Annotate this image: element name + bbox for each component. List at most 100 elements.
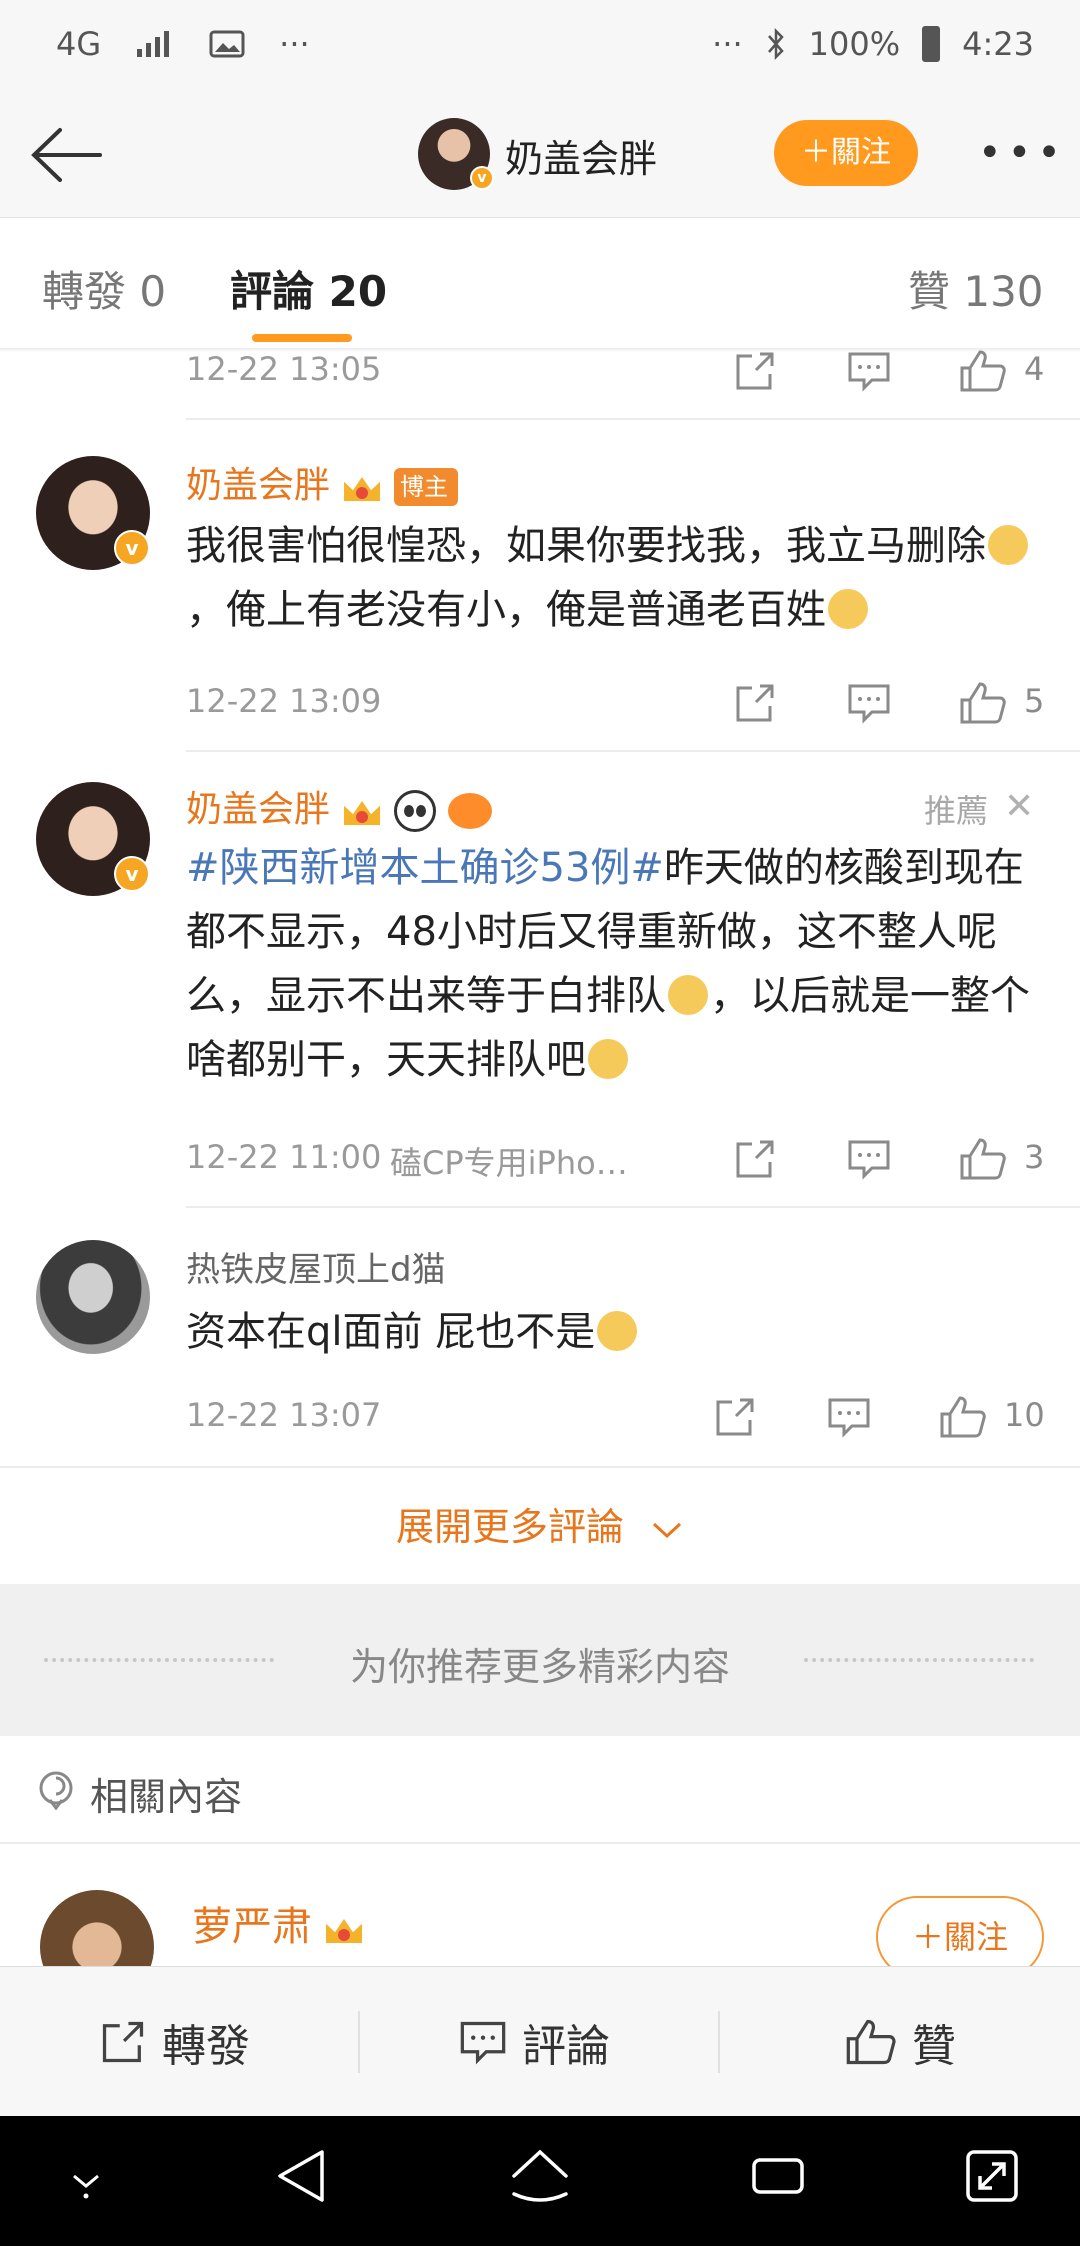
divider bbox=[186, 418, 1080, 420]
bluetooth-icon bbox=[767, 27, 784, 61]
share-icon[interactable] bbox=[732, 678, 778, 728]
comment-meta-row: 12-22 13:09 5 bbox=[186, 678, 1056, 728]
like-icon bbox=[846, 2019, 896, 2065]
like-label: 贊 bbox=[912, 2021, 956, 2072]
like-button[interactable]: 贊 bbox=[844, 1967, 956, 2117]
comment-time: 12-22 13:09 bbox=[186, 682, 382, 720]
related-section-header: 相關內容 bbox=[0, 1736, 1080, 1844]
eyeroll-emoji-icon bbox=[588, 1039, 628, 1079]
like-icon[interactable] bbox=[938, 1392, 988, 1442]
back-arrow-icon[interactable] bbox=[28, 120, 104, 190]
divider bbox=[186, 1206, 1080, 1208]
expand-label[interactable]: 展開更多評論 bbox=[396, 1505, 624, 1549]
divider bbox=[186, 750, 1080, 752]
comment-meta-row: 12-22 13:05 4 bbox=[186, 346, 1056, 396]
status-more: ··· bbox=[279, 25, 310, 63]
verified-badge-icon: v bbox=[114, 530, 150, 566]
comment-icon bbox=[460, 2021, 506, 2065]
comment-time: 12-22 11:00 bbox=[186, 1138, 382, 1176]
comment-source: 磕CP专用iPho… bbox=[390, 1144, 628, 1182]
screen-rotate-icon[interactable] bbox=[962, 2146, 1022, 2206]
comment-author[interactable]: 奶盖会胖 博主 bbox=[186, 456, 459, 508]
status-more-right: ··· bbox=[712, 25, 743, 63]
comment-author[interactable]: 奶盖会胖 bbox=[186, 780, 493, 832]
follow-button[interactable]: ＋關注 bbox=[774, 120, 918, 186]
comment-text-part: 我很害怕很惶恐，如果你要找我，我立马删除 bbox=[186, 523, 986, 569]
cat-emoji-icon bbox=[988, 525, 1028, 565]
tab-likes[interactable]: 贊 130 bbox=[908, 258, 1044, 319]
expand-more-comments[interactable]: 展開更多評論 bbox=[0, 1466, 1080, 1584]
bottom-action-bar: 轉發 評論 贊 bbox=[0, 1966, 1080, 2116]
panda-icon bbox=[394, 790, 437, 832]
comment-button[interactable]: 評論 bbox=[458, 1967, 610, 2117]
share-icon[interactable] bbox=[732, 1134, 778, 1184]
separator bbox=[358, 2011, 360, 2073]
clock: 4:23 bbox=[962, 25, 1034, 63]
comment-text-part: 资本在ql面前 屁也不是 bbox=[186, 1309, 596, 1355]
header-avatar[interactable]: v bbox=[418, 118, 494, 190]
comment-time: 12-22 13:07 bbox=[186, 1396, 382, 1434]
repost-button[interactable]: 轉發 bbox=[98, 1967, 250, 2117]
share-icon[interactable] bbox=[732, 346, 778, 396]
dotted-line bbox=[804, 1658, 1034, 1662]
related-author[interactable]: 萝严肃 bbox=[192, 1894, 364, 1952]
header-title[interactable]: 奶盖会胖 bbox=[505, 128, 657, 183]
comment-avatar[interactable]: v bbox=[36, 782, 150, 896]
verified-badge-icon: v bbox=[114, 856, 150, 892]
comment-text-part: ，俺上有老没有小，俺是普通老百姓 bbox=[186, 587, 826, 633]
status-bar: 4G ··· ··· 100% 4:23 bbox=[0, 0, 1080, 90]
comment-avatar[interactable]: v bbox=[36, 456, 150, 570]
share-icon[interactable] bbox=[712, 1392, 758, 1442]
tab-comments[interactable]: 評論 20 bbox=[230, 258, 387, 319]
more-menu-icon[interactable]: ••• bbox=[978, 130, 1067, 176]
comment-author[interactable]: 热铁皮屋顶上d猫 bbox=[186, 1242, 446, 1291]
verified-badge-icon: v bbox=[470, 166, 494, 190]
comment-meta-row: 12-22 13:07 10 bbox=[186, 1392, 1056, 1442]
recommend-text: 为你推荐更多精彩内容 bbox=[349, 1645, 730, 1689]
network-type: 4G bbox=[56, 25, 102, 63]
comment-icon[interactable] bbox=[826, 1392, 872, 1442]
image-icon bbox=[209, 30, 245, 58]
tab-bar: 轉發 0 評論 20 贊 130 bbox=[0, 218, 1080, 350]
related-label: 相關內容 bbox=[90, 1775, 243, 1819]
separator bbox=[718, 2011, 720, 2073]
share-icon bbox=[102, 2021, 144, 2063]
like-count: 5 bbox=[1024, 682, 1045, 720]
comment-avatar[interactable] bbox=[36, 1240, 150, 1354]
battery-icon bbox=[922, 26, 941, 62]
app-header: v 奶盖会胖 ＋關注 ••• bbox=[0, 90, 1080, 218]
fish-icon bbox=[448, 793, 493, 829]
author-name[interactable]: 奶盖会胖 bbox=[186, 789, 330, 830]
topic-link[interactable]: #陕西新增本土确诊53例# bbox=[186, 845, 664, 891]
hide-keyboard-icon[interactable] bbox=[62, 2162, 110, 2202]
like-icon[interactable] bbox=[958, 346, 1008, 396]
comment-meta-row: 12-22 11:00 磕CP专用iPho… 3 bbox=[186, 1134, 1056, 1184]
back-icon[interactable] bbox=[274, 2146, 328, 2206]
author-name[interactable]: 奶盖会胖 bbox=[186, 465, 330, 506]
repost-label: 轉發 bbox=[162, 2021, 250, 2072]
comment-time: 12-22 13:05 bbox=[186, 350, 382, 388]
comment-text: 我很害怕很惶恐，如果你要找我，我立马删除 ，俺上有老没有小，俺是普通老百姓 bbox=[186, 514, 1046, 642]
system-navigation-bar bbox=[0, 2116, 1080, 2246]
tab-repost[interactable]: 轉發 0 bbox=[42, 258, 166, 319]
blogger-badge: 博主 bbox=[394, 468, 459, 506]
recent-apps-icon[interactable] bbox=[748, 2146, 808, 2206]
related-icon bbox=[39, 1771, 73, 1810]
crown-icon bbox=[342, 793, 382, 829]
battery-percent: 100% bbox=[808, 25, 901, 63]
comment-icon[interactable] bbox=[846, 346, 892, 396]
comment-label: 評論 bbox=[522, 2021, 610, 2072]
like-count: 4 bbox=[1024, 350, 1045, 388]
recommend-band: 为你推荐更多精彩内容 bbox=[0, 1584, 1080, 1736]
home-icon[interactable] bbox=[508, 2146, 572, 2206]
close-icon[interactable]: ✕ bbox=[1004, 786, 1034, 827]
thinking-emoji-icon bbox=[668, 975, 708, 1015]
like-icon[interactable] bbox=[958, 1134, 1008, 1184]
tab-active-indicator bbox=[252, 334, 352, 342]
like-icon[interactable] bbox=[958, 678, 1008, 728]
comment-icon[interactable] bbox=[846, 1134, 892, 1184]
crown-icon bbox=[324, 1911, 364, 1947]
recommend-label: 推薦 bbox=[924, 792, 989, 830]
comment-icon[interactable] bbox=[846, 678, 892, 728]
related-author-name[interactable]: 萝严肃 bbox=[192, 1904, 312, 1950]
